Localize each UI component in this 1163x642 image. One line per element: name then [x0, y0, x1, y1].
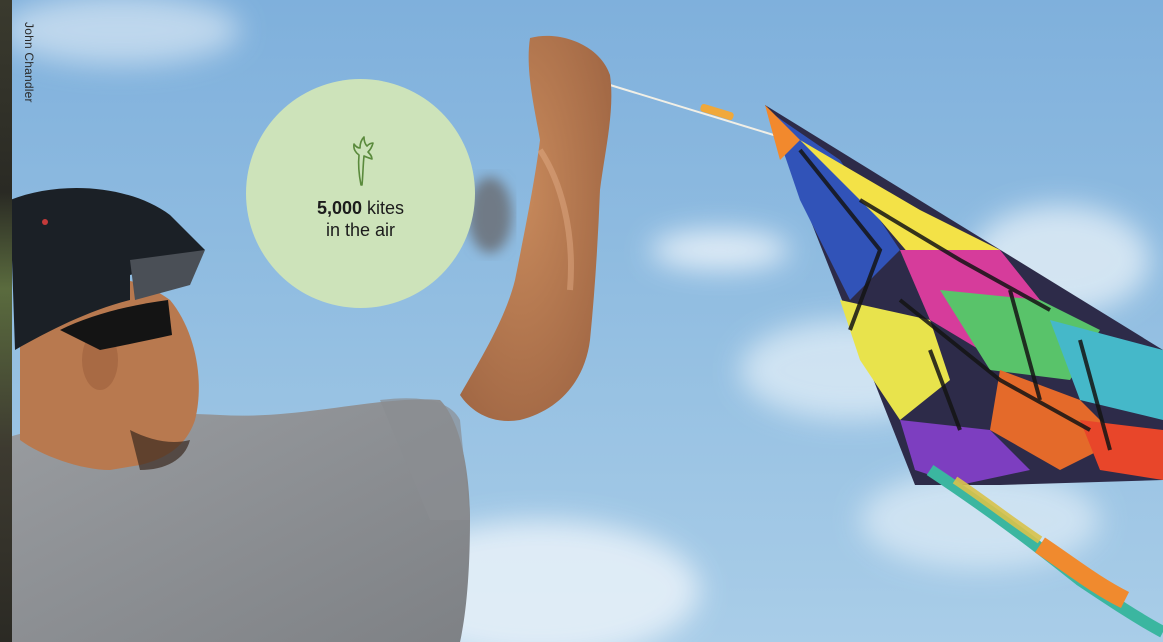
stat-unit: kites — [367, 198, 405, 218]
stat-caption: in the air — [325, 220, 396, 240]
photo-credit: John Chandler — [22, 22, 36, 103]
photo-page: John Chandler 5,000 kites in the air — [0, 0, 1163, 642]
leaf-icon — [352, 136, 374, 186]
stat-number: 5,000 — [316, 198, 362, 218]
kite-flyer-photo — [0, 0, 1163, 642]
left-edge-strip — [0, 0, 12, 642]
stat-count: 5,000 kites — [317, 197, 404, 219]
stat-badge: 5,000 kites in the air — [246, 79, 475, 308]
